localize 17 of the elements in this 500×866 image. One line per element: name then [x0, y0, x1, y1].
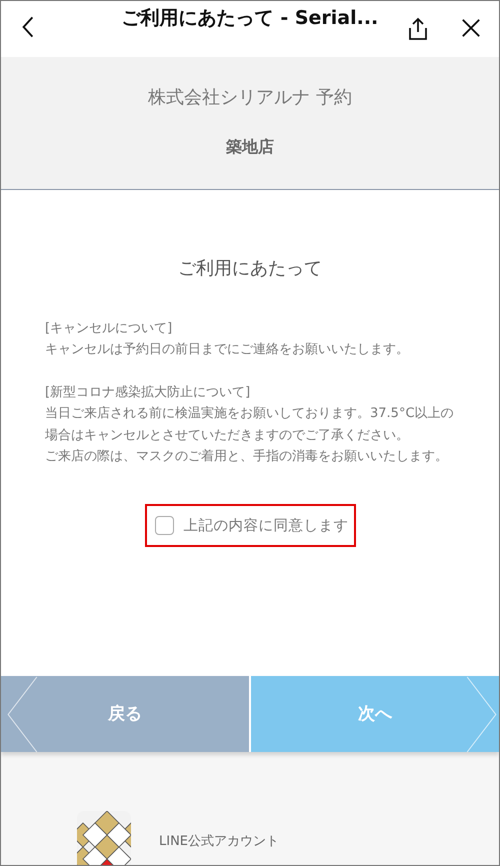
- back-button[interactable]: 戻る: [1, 676, 249, 752]
- back-icon[interactable]: [21, 15, 35, 39]
- notice-text: 当日ご来店される前に検温実施をお願いしております。37.5°C以上の場合はキャンセルとさせていただきますのでご了承ください。: [45, 405, 455, 445]
- company-name: 株式会社シリアルナ 予約: [148, 86, 352, 109]
- notice-text: キャンセルは予約日の前日までにご連絡をお願いいたします。: [45, 341, 410, 360]
- close-icon[interactable]: [461, 18, 481, 38]
- checkbox-label: 上記の内容に同意します: [184, 516, 348, 535]
- notice-text: ご来店の際は、マスクのご着用と、手指の消毒をお願いいたします。: [45, 448, 449, 466]
- notice-heading: [キャンセルについて]: [45, 320, 174, 338]
- notice-heading: [新型コロナ感染拡大防止について]: [45, 384, 252, 402]
- share-icon[interactable]: [407, 17, 429, 41]
- page-heading: ご利用にあたって: [177, 256, 323, 280]
- window-title: ご利用にあたって - Serial...: [122, 6, 378, 31]
- line-account-label: LINE公式アカウント: [159, 833, 280, 850]
- next-button[interactable]: 次へ: [251, 676, 499, 752]
- store-name: 築地店: [226, 136, 274, 158]
- checkbox[interactable]: [154, 516, 174, 535]
